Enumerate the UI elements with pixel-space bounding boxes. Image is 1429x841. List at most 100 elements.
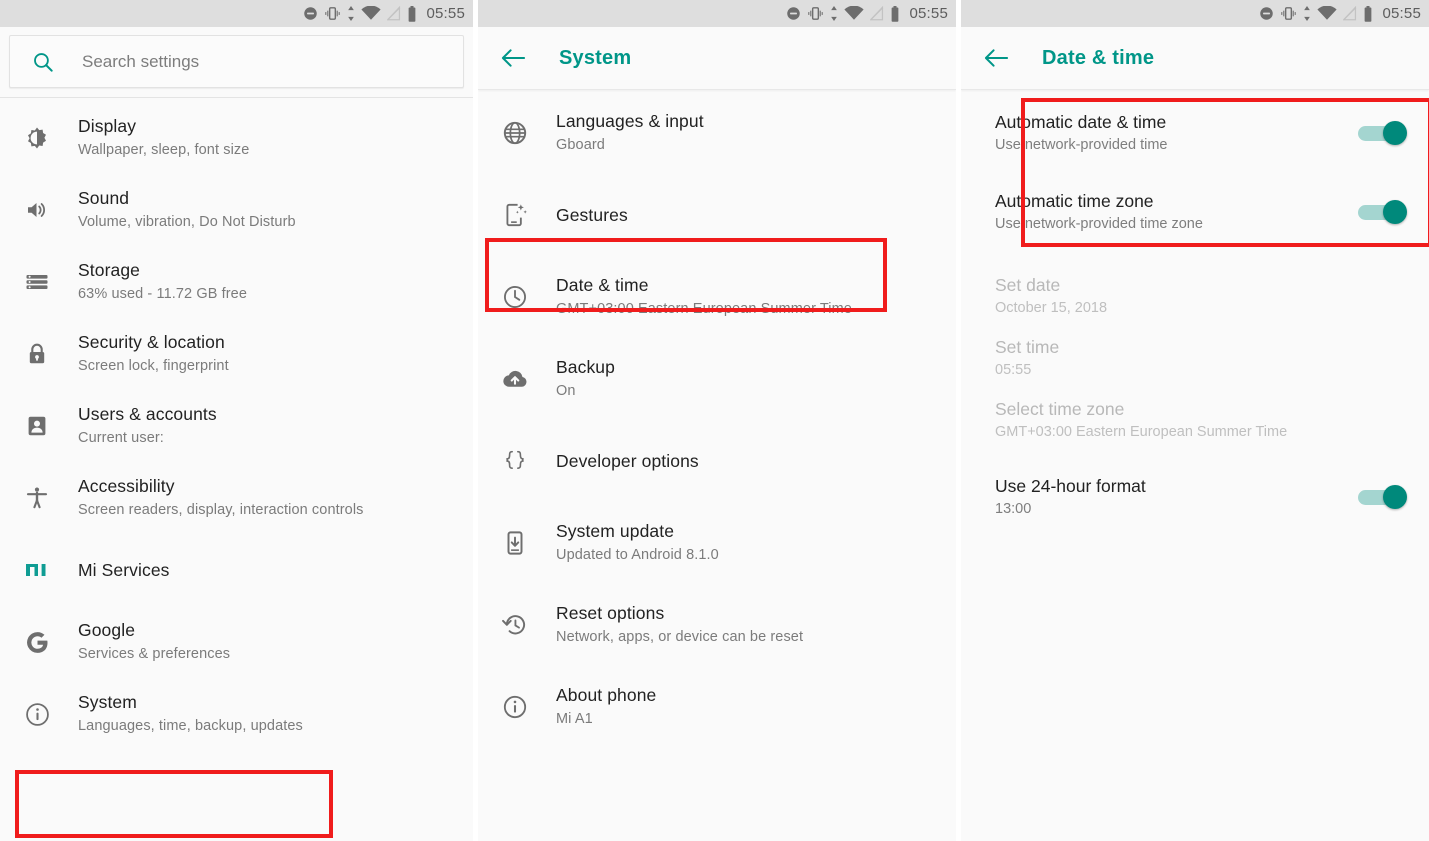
item-subtitle: Screen readers, display, interaction con… bbox=[78, 502, 364, 518]
wifi-icon bbox=[844, 6, 865, 21]
item-title: Sound bbox=[78, 188, 130, 208]
clock-icon bbox=[492, 284, 538, 310]
toggle-thumb bbox=[1383, 485, 1407, 509]
back-arrow-icon[interactable] bbox=[984, 47, 1009, 69]
system-update-icon bbox=[492, 530, 538, 556]
item-title: Set date bbox=[995, 275, 1061, 295]
system-item-text: Languages & input Gboard bbox=[538, 110, 704, 156]
item-title: Gestures bbox=[556, 204, 628, 225]
mi-logo-icon bbox=[14, 560, 60, 580]
item-subtitle: Wallpaper, sleep, font size bbox=[78, 142, 250, 158]
back-arrow-icon[interactable] bbox=[501, 47, 526, 69]
item-title: System update bbox=[556, 521, 675, 541]
pref-automatic-time-zone[interactable]: Automatic time zone Use network-provided… bbox=[961, 181, 1429, 243]
system-item-text: About phone Mi A1 bbox=[538, 684, 656, 730]
system-list: Languages & input Gboard Gestures Date &… bbox=[478, 90, 956, 748]
settings-item-text: Display Wallpaper, sleep, font size bbox=[60, 115, 249, 161]
settings-item-security-location[interactable]: Security & location Screen lock, fingerp… bbox=[0, 318, 473, 390]
search-container: Search settings bbox=[0, 27, 473, 97]
toggle-automatic-time-zone[interactable] bbox=[1358, 200, 1407, 224]
pref-select-time-zone: Select time zone GMT+03:00 Eastern Europ… bbox=[961, 389, 1429, 451]
system-item-developer-options[interactable]: Developer options bbox=[478, 420, 956, 502]
gestures-icon bbox=[492, 202, 538, 228]
signal-off-icon bbox=[1343, 6, 1357, 21]
toggle-use-24-hour-format[interactable] bbox=[1358, 485, 1407, 509]
item-subtitle: Gboard bbox=[556, 137, 605, 153]
settings-list: Display Wallpaper, sleep, font size Soun… bbox=[0, 98, 473, 750]
item-subtitle: 05:55 bbox=[995, 362, 1032, 378]
item-subtitle: Languages, time, backup, updates bbox=[78, 718, 303, 734]
date-time-screen: 05:55 Date & time Automatic date & time … bbox=[961, 0, 1429, 841]
toggle-automatic-date-time[interactable] bbox=[1358, 121, 1407, 145]
settings-item-system[interactable]: System Languages, time, backup, updates bbox=[0, 678, 473, 750]
wifi-icon bbox=[361, 6, 382, 21]
search-bar[interactable]: Search settings bbox=[9, 35, 464, 88]
settings-item-accessibility[interactable]: Accessibility Screen readers, display, i… bbox=[0, 462, 473, 534]
item-title: Google bbox=[78, 620, 136, 640]
system-item-languages-input[interactable]: Languages & input Gboard bbox=[478, 92, 956, 174]
item-title: Select time zone bbox=[995, 399, 1125, 419]
vibrate-icon bbox=[1280, 6, 1297, 21]
battery-icon bbox=[407, 5, 417, 22]
system-item-date-time[interactable]: Date & time GMT+03:00 Eastern European S… bbox=[478, 256, 956, 338]
settings-item-storage[interactable]: Storage 63% used - 11.72 GB free bbox=[0, 246, 473, 318]
system-item-reset-options[interactable]: Reset options Network, apps, or device c… bbox=[478, 584, 956, 666]
system-item-gestures[interactable]: Gestures bbox=[478, 174, 956, 256]
status-bar: 05:55 bbox=[0, 0, 473, 27]
system-item-backup[interactable]: Backup On bbox=[478, 338, 956, 420]
status-bar: 05:55 bbox=[478, 0, 956, 27]
system-item-text: Backup On bbox=[538, 356, 615, 402]
pref-text: Set time 05:55 bbox=[995, 335, 1059, 381]
settings-item-text: Security & location Screen lock, fingerp… bbox=[60, 331, 229, 377]
wifi-icon bbox=[1317, 6, 1338, 21]
app-bar: Date & time bbox=[961, 27, 1429, 90]
info-icon bbox=[14, 702, 60, 727]
google-g-icon bbox=[14, 630, 60, 655]
date-time-list: Automatic date & time Use network-provid… bbox=[961, 90, 1429, 528]
pref-use-24-hour-format[interactable]: Use 24-hour format 13:00 bbox=[961, 466, 1429, 528]
vibrate-icon bbox=[324, 6, 341, 21]
settings-item-users-accounts[interactable]: Users & accounts Current user: bbox=[0, 390, 473, 462]
item-subtitle: Use network-provided time zone bbox=[995, 216, 1203, 232]
system-item-text: Date & time GMT+03:00 Eastern European S… bbox=[538, 274, 852, 320]
volume-icon bbox=[14, 198, 60, 222]
system-item-system-update[interactable]: System update Updated to Android 8.1.0 bbox=[478, 502, 956, 584]
settings-item-mi-services[interactable]: Mi Services bbox=[0, 534, 473, 606]
settings-item-text: Sound Volume, vibration, Do Not Disturb bbox=[60, 187, 296, 233]
item-title: Reset options bbox=[556, 603, 665, 623]
item-subtitle: Mi A1 bbox=[556, 711, 593, 727]
item-title: System bbox=[78, 692, 137, 712]
item-subtitle: Services & preferences bbox=[78, 646, 231, 662]
settings-item-text: Storage 63% used - 11.72 GB free bbox=[60, 259, 247, 305]
item-title: Developer options bbox=[556, 450, 699, 471]
data-transfer-icon bbox=[830, 6, 838, 21]
settings-item-google[interactable]: Google Services & preferences bbox=[0, 606, 473, 678]
storage-icon bbox=[14, 270, 60, 294]
data-transfer-icon bbox=[1303, 6, 1311, 21]
item-subtitle: Screen lock, fingerprint bbox=[78, 358, 229, 374]
settings-item-text: Mi Services bbox=[60, 559, 170, 582]
item-title: Automatic time zone bbox=[995, 191, 1154, 211]
signal-off-icon bbox=[870, 6, 884, 21]
page-title: System bbox=[559, 46, 632, 69]
settings-item-text: Accessibility Screen readers, display, i… bbox=[60, 475, 364, 521]
status-bar-clock: 05:55 bbox=[1382, 5, 1421, 22]
do-not-disturb-icon bbox=[303, 6, 318, 21]
settings-item-text: Users & accounts Current user: bbox=[60, 403, 217, 449]
pref-automatic-date-time[interactable]: Automatic date & time Use network-provid… bbox=[961, 102, 1429, 164]
settings-item-sound[interactable]: Sound Volume, vibration, Do Not Disturb bbox=[0, 174, 473, 246]
settings-screen: 05:55 Search settings Display Wallpaper,… bbox=[0, 0, 473, 841]
item-title: Mi Services bbox=[78, 559, 170, 580]
settings-item-display[interactable]: Display Wallpaper, sleep, font size bbox=[0, 102, 473, 174]
globe-icon bbox=[492, 120, 538, 146]
vibrate-icon bbox=[807, 6, 824, 21]
item-title: About phone bbox=[556, 685, 657, 705]
pref-set-time: Set time 05:55 bbox=[961, 327, 1429, 389]
system-item-about-phone[interactable]: About phone Mi A1 bbox=[478, 666, 956, 748]
pref-text: Automatic time zone Use network-provided… bbox=[995, 189, 1203, 235]
item-subtitle: 63% used - 11.72 GB free bbox=[78, 286, 247, 302]
do-not-disturb-icon bbox=[1259, 6, 1274, 21]
item-subtitle: Volume, vibration, Do Not Disturb bbox=[78, 214, 296, 230]
system-item-text: Reset options Network, apps, or device c… bbox=[538, 602, 803, 648]
search-input-placeholder[interactable]: Search settings bbox=[82, 52, 199, 72]
